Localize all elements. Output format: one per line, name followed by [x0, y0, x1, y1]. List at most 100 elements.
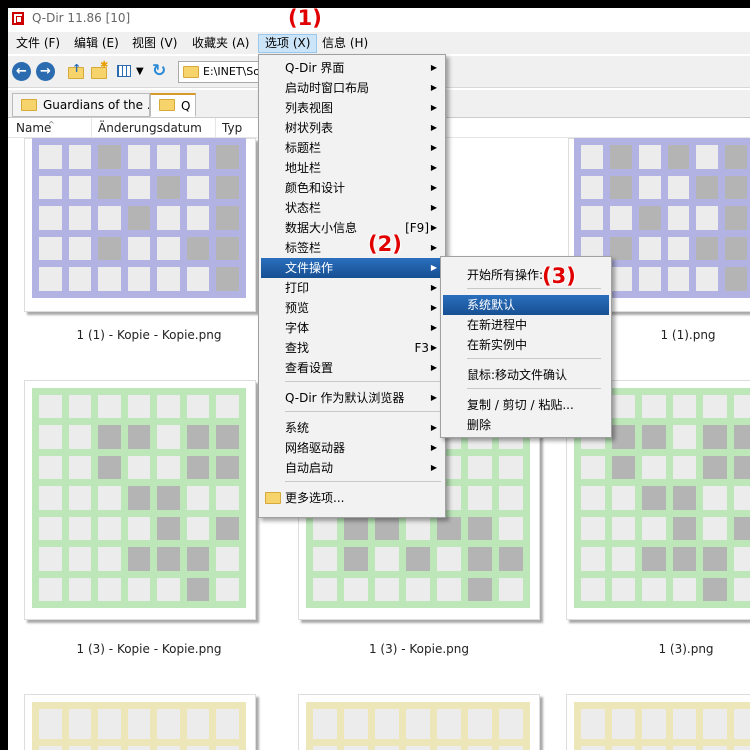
address-text: E:\INET\So	[203, 65, 260, 78]
column-name[interactable]: ^ Name	[10, 118, 92, 138]
thumbnail-cell	[313, 709, 337, 739]
thumbnail-cell	[375, 516, 399, 541]
annotation-marker-1: (1)	[288, 8, 322, 30]
chevron-right-icon: ▶	[430, 123, 437, 132]
menu-item-system[interactable]: 系统 ▶	[261, 418, 443, 438]
thumbnail-cell	[313, 577, 337, 601]
menu-item-data-size[interactable]: 数据大小信息 [F9] ▶	[261, 218, 443, 238]
menu-item-mouse-move-confirm[interactable]: 鼠标:移动文件确认	[443, 365, 609, 385]
menu-edit[interactable]: 编辑 (E)	[68, 34, 125, 53]
menu-item-startup-layout[interactable]: 启动时窗口布局 ▶	[261, 78, 443, 98]
menu-item-find[interactable]: 查找 F3 ▶	[261, 338, 443, 358]
menu-item-print[interactable]: 打印 ▶	[261, 278, 443, 298]
thumbnail-cell	[672, 425, 696, 449]
thumbnail-cell	[98, 577, 121, 601]
thumbnail-cell	[68, 145, 92, 169]
thumbnail-cell	[581, 745, 605, 750]
thumbnail-cell	[39, 745, 62, 750]
thumbnail-cell	[581, 516, 605, 541]
chevron-right-icon: ▶	[430, 163, 437, 172]
thumbnail-cell	[157, 145, 180, 169]
up-folder-icon[interactable]: ↑	[66, 62, 85, 81]
menu-separator	[285, 381, 441, 382]
tab-q[interactable]: Q	[150, 93, 196, 117]
thumbnail-cell	[581, 486, 605, 510]
menu-item-new-process[interactable]: 在新进程中	[443, 315, 609, 335]
annotation-marker-2: (2)	[368, 232, 402, 256]
column-modified[interactable]: Änderungsdatum	[92, 118, 216, 138]
chevron-right-icon: ▶	[430, 103, 437, 112]
thumbnail-cell	[68, 709, 92, 739]
menu-favorites[interactable]: 收藏夹 (A)	[186, 34, 255, 53]
thumbnail-cell	[642, 455, 666, 480]
menu-item-default-browser[interactable]: Q-Dir 作为默认浏览器 ▶	[261, 388, 443, 408]
thumbnail-cell	[98, 486, 121, 510]
thumbnail-cell	[216, 547, 239, 571]
menu-item-tree-list[interactable]: 树状列表 ▶	[261, 118, 443, 138]
thumbnail-cell	[703, 577, 727, 601]
menu-options[interactable]: 选项 (X)	[258, 34, 318, 53]
thumbnail-cell	[157, 206, 180, 230]
menu-item-preview[interactable]: 预览 ▶	[261, 298, 443, 318]
thumbnail-cell	[127, 236, 151, 261]
thumbnail-cell	[157, 745, 180, 750]
menu-item-new-instance[interactable]: 在新实例中	[443, 335, 609, 355]
thumbnail-cell	[157, 486, 180, 510]
thumbnail-image	[32, 702, 246, 750]
sort-caret-icon: ^	[48, 120, 55, 129]
thumbnail-cell	[611, 709, 635, 739]
thumbnail-cell	[581, 145, 603, 169]
thumbnail-cell	[98, 425, 121, 449]
menu-item-file-operations[interactable]: 文件操作 ▶	[261, 258, 443, 278]
thumbnail-cell	[186, 425, 210, 449]
menu-item-list-view[interactable]: 列表视图 ▶	[261, 98, 443, 118]
thumbnail-cell	[39, 175, 62, 200]
thumbnail-cell	[127, 547, 151, 571]
refresh-icon[interactable]: ↻	[152, 62, 171, 81]
file-name: 1 (3) - Kopie - Kopie.png	[76, 642, 222, 656]
thumbnail-cell	[127, 516, 151, 541]
menu-item-font[interactable]: 字体 ▶	[261, 318, 443, 338]
view-mode-icon[interactable]	[116, 62, 135, 81]
menu-item-network-drives[interactable]: 网络驱动器 ▶	[261, 438, 443, 458]
menu-item-tab-bar[interactable]: 标签栏 ▶	[261, 238, 443, 258]
menu-file[interactable]: 文件 (F)	[10, 34, 66, 53]
thumbnail-cell	[733, 486, 750, 510]
menu-view[interactable]: 视图 (V)	[126, 34, 183, 53]
thumbnail-cell	[186, 455, 210, 480]
address-bar[interactable]: E:\INET\So	[178, 61, 268, 83]
menu-item-status-bar[interactable]: 状态栏 ▶	[261, 198, 443, 218]
menu-item-system-default[interactable]: 系统默认	[443, 295, 609, 315]
tab-guardians[interactable]: Guardians of the ...	[12, 93, 150, 117]
thumbnail-cell	[39, 709, 62, 739]
menu-item-autostart[interactable]: 自动启动 ▶	[261, 458, 443, 478]
thumbnail-cell	[437, 577, 461, 601]
thumbnail-cell	[499, 455, 523, 480]
thumbnail-cell	[157, 395, 180, 419]
thumbnail-cell	[499, 577, 523, 601]
thumbnail-cell	[127, 709, 151, 739]
thumbnail-cell	[157, 516, 180, 541]
thumbnail-cell	[638, 206, 661, 230]
thumbnail-cell	[609, 206, 632, 230]
menu-item-title-bar[interactable]: 标题栏 ▶	[261, 138, 443, 158]
new-folder-icon[interactable]: ✱	[90, 60, 109, 81]
app-icon[interactable]	[12, 12, 24, 25]
thumbnail-cell	[157, 425, 180, 449]
menu-item-more-options[interactable]: 更多选项...	[261, 488, 443, 508]
thumbnail-cell	[725, 145, 747, 169]
thumbnail-cell	[157, 547, 180, 571]
thumbnail-cell	[186, 395, 210, 419]
menu-item-qdir-ui[interactable]: Q-Dir 界面 ▶	[261, 58, 443, 78]
thumbnail-cell	[216, 145, 239, 169]
thumbnail-cell	[611, 516, 635, 541]
menu-item-colors-design[interactable]: 颜色和设计 ▶	[261, 178, 443, 198]
menu-item-copy-cut-paste[interactable]: 复制 / 剪切 / 粘贴...	[443, 395, 609, 415]
menu-item-address-bar[interactable]: 地址栏 ▶	[261, 158, 443, 178]
menu-item-view-settings[interactable]: 查看设置 ▶	[261, 358, 443, 378]
menu-info[interactable]: 信息 (H)	[316, 34, 374, 53]
thumbnail-cell	[499, 745, 523, 750]
forward-icon[interactable]: →	[36, 62, 55, 81]
back-icon[interactable]: ←	[12, 62, 31, 81]
menu-item-delete[interactable]: 删除	[443, 415, 609, 435]
